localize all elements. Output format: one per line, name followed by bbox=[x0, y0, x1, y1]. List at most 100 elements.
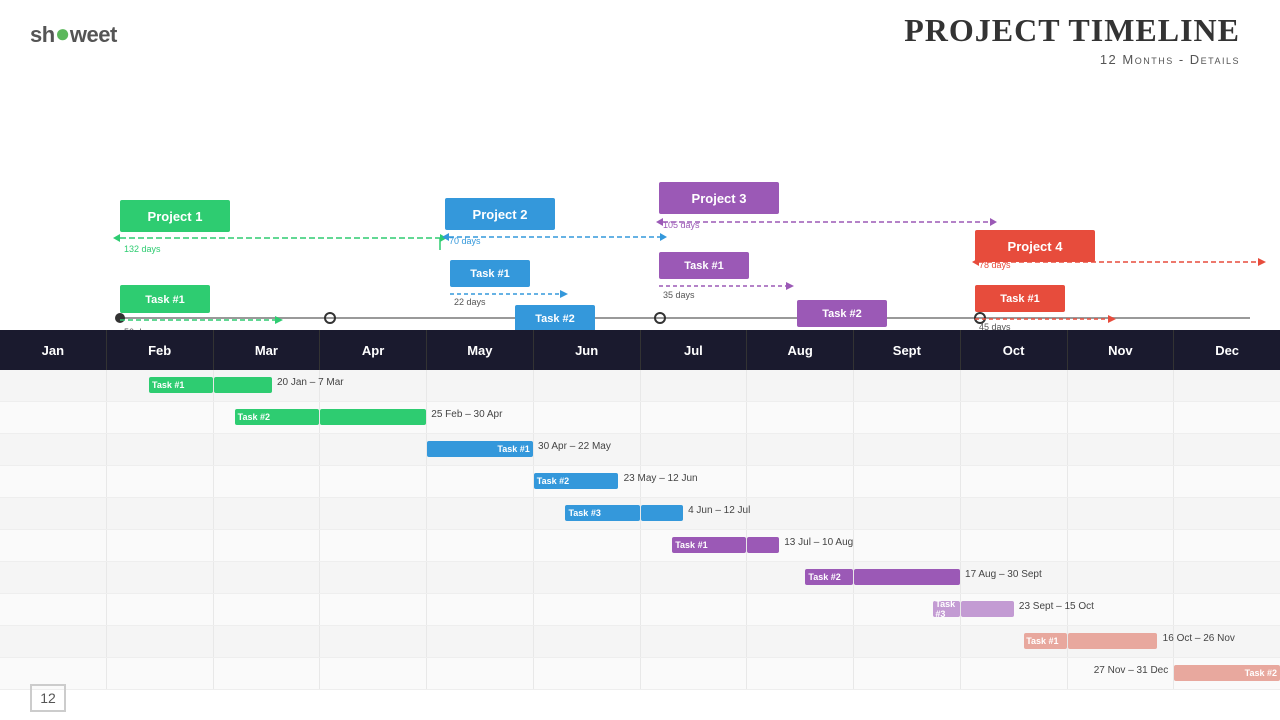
cell-jul-r9 bbox=[641, 626, 748, 657]
cell-jul-r4 bbox=[641, 466, 748, 497]
cell-nov-r9: 16 Oct – 26 Nov bbox=[1068, 626, 1175, 657]
cell-jun-r8 bbox=[534, 594, 641, 625]
cell-jul-r5: 4 Jun – 12 Jul bbox=[641, 498, 748, 529]
svg-text:22 days: 22 days bbox=[454, 297, 486, 307]
cell-sept-r1 bbox=[854, 370, 961, 401]
cell-feb-r5 bbox=[107, 498, 214, 529]
cell-jul-r3 bbox=[641, 434, 748, 465]
cell-apr-r4 bbox=[320, 466, 427, 497]
svg-text:Project 1: Project 1 bbox=[148, 209, 203, 224]
cell-oct-r1 bbox=[961, 370, 1068, 401]
cell-sept-r6 bbox=[854, 530, 961, 561]
cell-nov-r3 bbox=[1068, 434, 1175, 465]
timeline-bar: Jan Feb Mar Apr May Jun Jul Aug Sept Oct… bbox=[0, 330, 1280, 370]
svg-text:Project 3: Project 3 bbox=[692, 191, 747, 206]
table-row: Task #1 20 Jan – 7 Mar bbox=[0, 370, 1280, 402]
cell-mar-r5 bbox=[214, 498, 321, 529]
cell-nov-r5 bbox=[1068, 498, 1175, 529]
month-aug: Aug bbox=[747, 330, 854, 370]
cell-feb-r4 bbox=[107, 466, 214, 497]
cell-jan-r1 bbox=[0, 370, 107, 401]
cell-dec-r3 bbox=[1174, 434, 1280, 465]
cell-mar-r4 bbox=[214, 466, 321, 497]
cell-jun-r10 bbox=[534, 658, 641, 689]
cell-nov-r8 bbox=[1068, 594, 1175, 625]
cell-dec-r2 bbox=[1174, 402, 1280, 433]
gantt-svg: Project 1 132 days Task #1 50 days Task … bbox=[0, 90, 1280, 345]
cell-oct-r9: Task #1 bbox=[961, 626, 1068, 657]
cell-jan-r5 bbox=[0, 498, 107, 529]
logo: sh●weet bbox=[30, 18, 117, 49]
cell-jan-r2 bbox=[0, 402, 107, 433]
cell-jun-r7 bbox=[534, 562, 641, 593]
logo-text: sh bbox=[30, 22, 55, 47]
cell-aug-r6: 13 Jul – 10 Aug bbox=[747, 530, 854, 561]
svg-text:Task #1: Task #1 bbox=[684, 260, 724, 272]
cell-feb-r10 bbox=[107, 658, 214, 689]
month-jun: Jun bbox=[534, 330, 641, 370]
cell-apr-r8 bbox=[320, 594, 427, 625]
svg-text:Task #2: Task #2 bbox=[535, 313, 575, 325]
cell-jun-r3 bbox=[534, 434, 641, 465]
cell-dec-r6 bbox=[1174, 530, 1280, 561]
cell-sept-r5 bbox=[854, 498, 961, 529]
cell-apr-r7 bbox=[320, 562, 427, 593]
cell-dec-r7 bbox=[1174, 562, 1280, 593]
month-jan: Jan bbox=[0, 330, 107, 370]
cell-may-r9 bbox=[427, 626, 534, 657]
cell-jul-r2 bbox=[641, 402, 748, 433]
cell-dec-r8 bbox=[1174, 594, 1280, 625]
cell-feb-r6 bbox=[107, 530, 214, 561]
cell-apr-r3 bbox=[320, 434, 427, 465]
month-oct: Oct bbox=[961, 330, 1068, 370]
cell-oct-r2 bbox=[961, 402, 1068, 433]
cell-oct-r5 bbox=[961, 498, 1068, 529]
month-jul: Jul bbox=[641, 330, 748, 370]
cell-apr-r1 bbox=[320, 370, 427, 401]
cell-sept-r9 bbox=[854, 626, 961, 657]
cell-aug-r10 bbox=[747, 658, 854, 689]
logo-text2: weet bbox=[70, 22, 117, 47]
cell-feb-r2 bbox=[107, 402, 214, 433]
cell-jan-r8 bbox=[0, 594, 107, 625]
page-number: 12 bbox=[30, 684, 66, 712]
cell-dec-r10: Task #2 bbox=[1174, 658, 1280, 689]
cell-feb-r9 bbox=[107, 626, 214, 657]
month-sept: Sept bbox=[854, 330, 961, 370]
cell-dec-r1 bbox=[1174, 370, 1280, 401]
cell-jun-r9 bbox=[534, 626, 641, 657]
cell-aug-r7: Task #2 bbox=[747, 562, 854, 593]
gantt-area: Project 1 132 days Task #1 50 days Task … bbox=[0, 90, 1280, 345]
table-row: Task #2 25 Feb – 30 Apr bbox=[0, 402, 1280, 434]
cell-may-r10 bbox=[427, 658, 534, 689]
cell-feb-r3 bbox=[107, 434, 214, 465]
cell-apr-r5 bbox=[320, 498, 427, 529]
cell-jun-r1 bbox=[534, 370, 641, 401]
cell-mar-r10 bbox=[214, 658, 321, 689]
cell-sept-r10 bbox=[854, 658, 961, 689]
cell-jul-r8 bbox=[641, 594, 748, 625]
cell-may-r7 bbox=[427, 562, 534, 593]
cell-nov-r4 bbox=[1068, 466, 1175, 497]
cell-mar-r6 bbox=[214, 530, 321, 561]
cell-oct-r7 bbox=[961, 562, 1068, 593]
cell-mar-r7 bbox=[214, 562, 321, 593]
cell-sept-r4 bbox=[854, 466, 961, 497]
cell-jan-r7 bbox=[0, 562, 107, 593]
cell-dec-r4 bbox=[1174, 466, 1280, 497]
svg-text:Task #1: Task #1 bbox=[145, 294, 185, 306]
cell-nov-r6 bbox=[1068, 530, 1175, 561]
cell-apr-r10 bbox=[320, 658, 427, 689]
month-dec: Dec bbox=[1174, 330, 1280, 370]
cell-mar-r9 bbox=[214, 626, 321, 657]
cell-aug-r4 bbox=[747, 466, 854, 497]
cell-mar-r1: 20 Jan – 7 Mar bbox=[214, 370, 321, 401]
cell-sept-r7: 17 Aug – 30 Sept bbox=[854, 562, 961, 593]
table-row: Task #1 13 Jul – 10 Aug bbox=[0, 530, 1280, 562]
cell-aug-r5 bbox=[747, 498, 854, 529]
cell-jan-r3 bbox=[0, 434, 107, 465]
logo-icon: ● bbox=[55, 18, 70, 48]
cell-oct-r6 bbox=[961, 530, 1068, 561]
cell-oct-r8: 23 Sept – 15 Oct bbox=[961, 594, 1068, 625]
table-row: Task #3 4 Jun – 12 Jul bbox=[0, 498, 1280, 530]
